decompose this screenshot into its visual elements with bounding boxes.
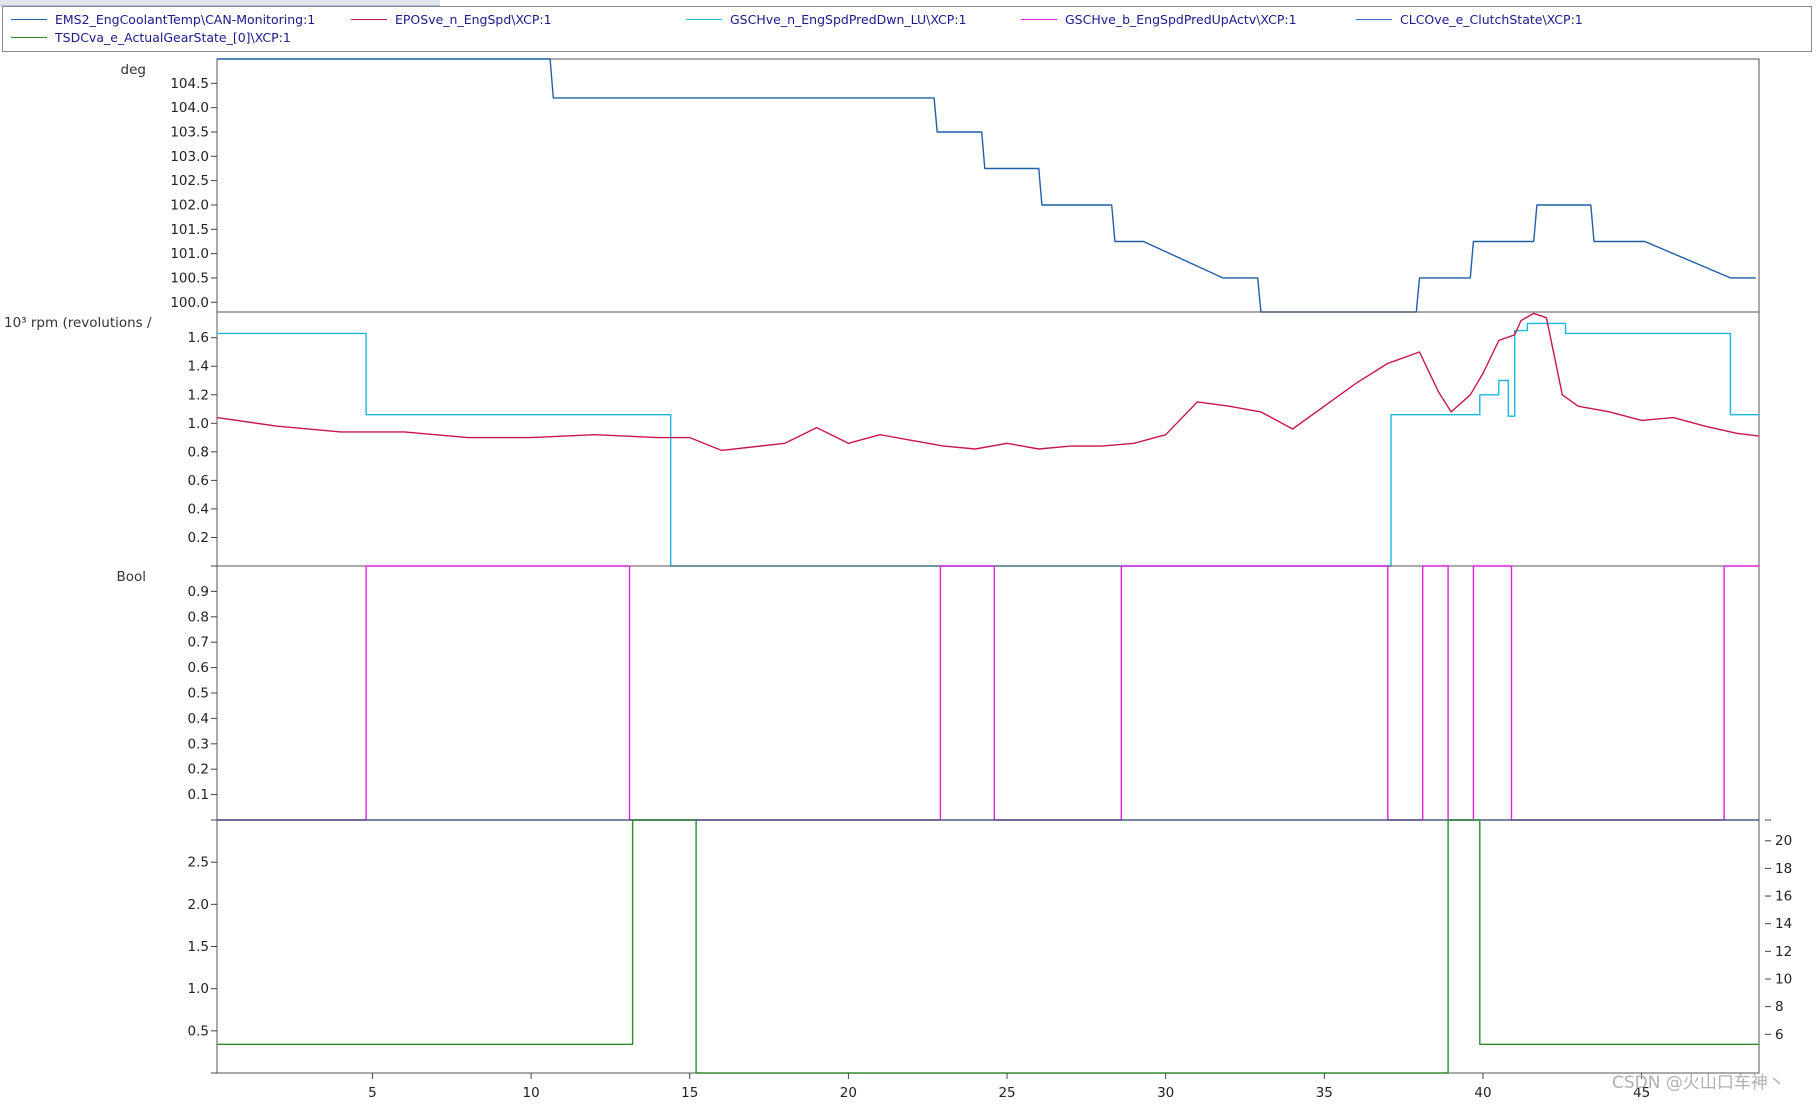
y-tick-label: 100.5 — [170, 270, 209, 286]
chart-area: deg100.0100.5101.0101.5102.0102.5103.010… — [4, 58, 1792, 1101]
y-tick-label: 0.8 — [188, 609, 209, 625]
y-tick-label: 0.8 — [188, 444, 209, 460]
series-line — [216, 312, 1760, 452]
y-tick-label: 0.6 — [188, 660, 209, 676]
panel-unit-label: Bool — [116, 569, 146, 585]
y-tick-label: 0.5 — [188, 686, 209, 702]
y-tick-label: 102.5 — [170, 173, 209, 189]
y-tick-label: 1.4 — [188, 359, 209, 375]
right-tick-label: 14 — [1775, 916, 1792, 932]
panel-frame — [216, 58, 1760, 313]
x-tick-label: 40 — [1474, 1085, 1491, 1101]
panel-unit-label: deg — [121, 62, 146, 78]
panel-frame — [216, 819, 1760, 1074]
y-tick-label: 0.5 — [188, 1023, 209, 1039]
x-tick-label: 15 — [681, 1085, 698, 1101]
y-tick-label: 0.2 — [188, 530, 209, 546]
y-tick-label: 103.5 — [170, 124, 209, 140]
y-tick-label: 104.0 — [170, 100, 209, 116]
panel-unit-label: 10³ rpm (revolutions / — [4, 315, 152, 331]
right-tick-label: 12 — [1775, 944, 1792, 960]
x-tick-label: 10 — [523, 1085, 540, 1101]
x-tick-label: 30 — [1157, 1085, 1174, 1101]
y-tick-label: 1.0 — [188, 416, 209, 432]
panel-frame — [216, 565, 1760, 821]
series-line — [217, 565, 1759, 821]
right-tick-label: 16 — [1775, 889, 1792, 905]
y-tick-label: 101.0 — [170, 246, 209, 262]
series-line — [217, 58, 1756, 313]
y-tick-label: 0.2 — [188, 762, 209, 778]
right-tick-label: 20 — [1775, 833, 1792, 849]
x-tick-label: 5 — [368, 1085, 377, 1101]
y-tick-label: 0.4 — [188, 501, 209, 517]
right-tick-label: 6 — [1775, 1027, 1784, 1043]
y-tick-label: 1.5 — [188, 939, 209, 955]
x-tick-label: 25 — [998, 1085, 1015, 1101]
y-tick-label: 0.6 — [188, 473, 209, 489]
right-tick-label: 10 — [1775, 971, 1792, 987]
series-line — [217, 322, 1759, 567]
right-tick-label: 18 — [1775, 861, 1792, 877]
y-tick-label: 0.9 — [188, 584, 209, 600]
y-tick-label: 0.3 — [188, 736, 209, 752]
y-tick-label: 0.4 — [188, 711, 209, 727]
y-tick-label: 103.0 — [170, 149, 209, 165]
panel-frame — [216, 311, 1760, 567]
y-tick-label: 1.6 — [188, 330, 209, 346]
watermark: CSDN @火山口车神丶 — [1612, 1073, 1785, 1093]
right-tick-label: 8 — [1775, 999, 1784, 1015]
y-tick-label: 0.7 — [188, 635, 209, 651]
y-tick-label: 100.0 — [170, 295, 209, 311]
series-line — [217, 819, 1759, 1074]
x-tick-label: 20 — [840, 1085, 857, 1101]
y-tick-label: 1.0 — [188, 981, 209, 997]
y-tick-label: 1.2 — [188, 387, 209, 403]
y-tick-label: 102.0 — [170, 197, 209, 213]
y-tick-label: 2.0 — [188, 897, 209, 913]
y-tick-label: 104.5 — [170, 76, 209, 92]
y-tick-label: 0.1 — [188, 787, 209, 803]
y-tick-label: 101.5 — [170, 222, 209, 238]
y-tick-label: 2.5 — [188, 855, 209, 871]
x-tick-label: 35 — [1316, 1085, 1333, 1101]
